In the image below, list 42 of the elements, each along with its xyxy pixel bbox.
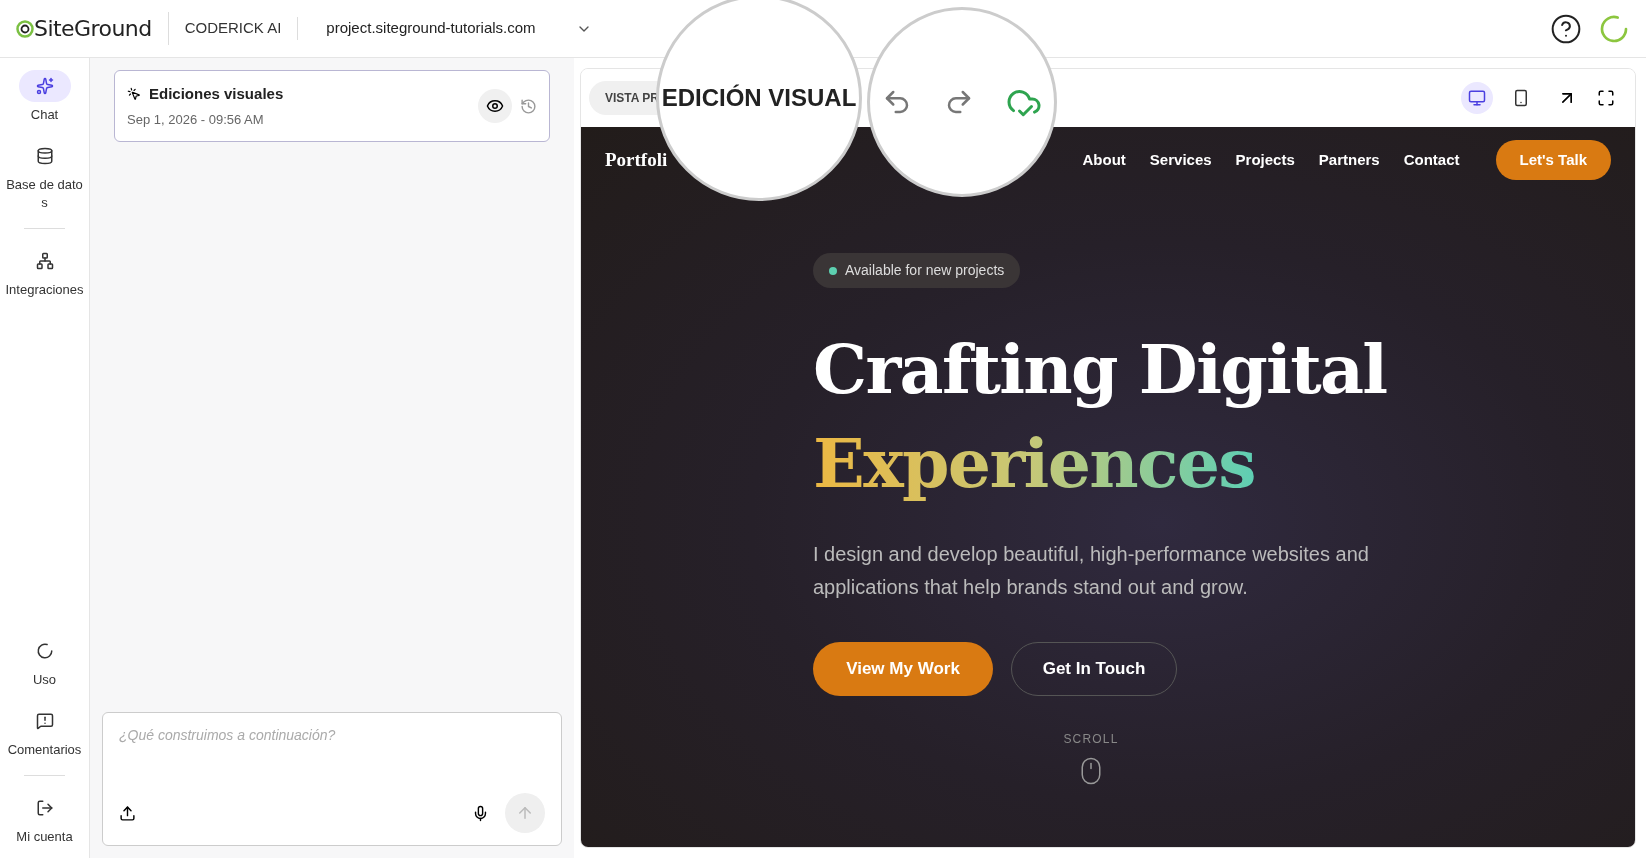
upload-icon[interactable] <box>119 804 136 822</box>
prompt-input[interactable]: ¿Qué construimos a continuación? <box>119 725 545 746</box>
feedback-icon <box>35 712 54 730</box>
logo: SiteGround <box>34 15 152 43</box>
session-card[interactable]: Ediciones visuales Sep 1, 2026 - 09:56 AM <box>114 70 550 142</box>
nav-link[interactable]: About <box>1082 148 1126 172</box>
magnified-mode-label: EDICIÓN VISUAL <box>661 83 857 113</box>
nav-link[interactable]: Services <box>1149 148 1212 172</box>
fullscreen-icon[interactable] <box>1597 89 1615 107</box>
scroll-label: SCROLL <box>1063 731 1119 748</box>
account-icon <box>35 799 54 817</box>
product-name: CODERICK AI <box>168 17 299 40</box>
sidebar-item[interactable]: Mi cuenta <box>0 792 89 846</box>
hero-headline: Crafting Digital <box>813 328 1387 411</box>
session-date: Sep 1, 2026 - 09:56 AM <box>127 110 265 129</box>
integrations-icon <box>35 252 54 270</box>
preview-button[interactable] <box>478 89 512 123</box>
database-icon <box>35 147 54 165</box>
eye-icon <box>486 97 504 115</box>
sidebar-item[interactable]: Comentarios <box>0 705 89 759</box>
sidebar-item[interactable]: Base de datos <box>0 140 89 212</box>
site-brand: Portfoli <box>605 147 668 172</box>
microphone-icon[interactable] <box>472 804 489 822</box>
sidebar-item[interactable]: Chat <box>0 70 89 124</box>
sidebar-item[interactable]: Integraciones <box>0 245 89 299</box>
chat-icon <box>35 77 54 95</box>
nav-link[interactable]: Partners <box>1318 148 1380 172</box>
usage-icon <box>35 642 54 660</box>
restore-button[interactable] <box>520 97 537 115</box>
mobile-icon <box>1512 89 1530 107</box>
availability-badge: Available for new projects <box>813 253 1021 288</box>
desktop-icon <box>1468 89 1486 107</box>
sidebar-item[interactable]: Uso <box>0 635 89 689</box>
nav-link[interactable]: Contact <box>1403 148 1460 172</box>
help-icon[interactable] <box>1550 12 1582 45</box>
project-selector[interactable]: project.siteground-tutorials.com <box>298 17 620 40</box>
logo-icon <box>16 18 34 39</box>
nav-link[interactable]: Projects <box>1235 148 1295 172</box>
hero-description: I design and develop beautiful, high-performance websites and applications that help brands stand out and grow. <box>813 542 1370 600</box>
cursor-click-icon <box>127 87 141 102</box>
desktop-view-button[interactable] <box>1461 82 1493 114</box>
session-title: Ediciones visuales <box>149 84 284 104</box>
